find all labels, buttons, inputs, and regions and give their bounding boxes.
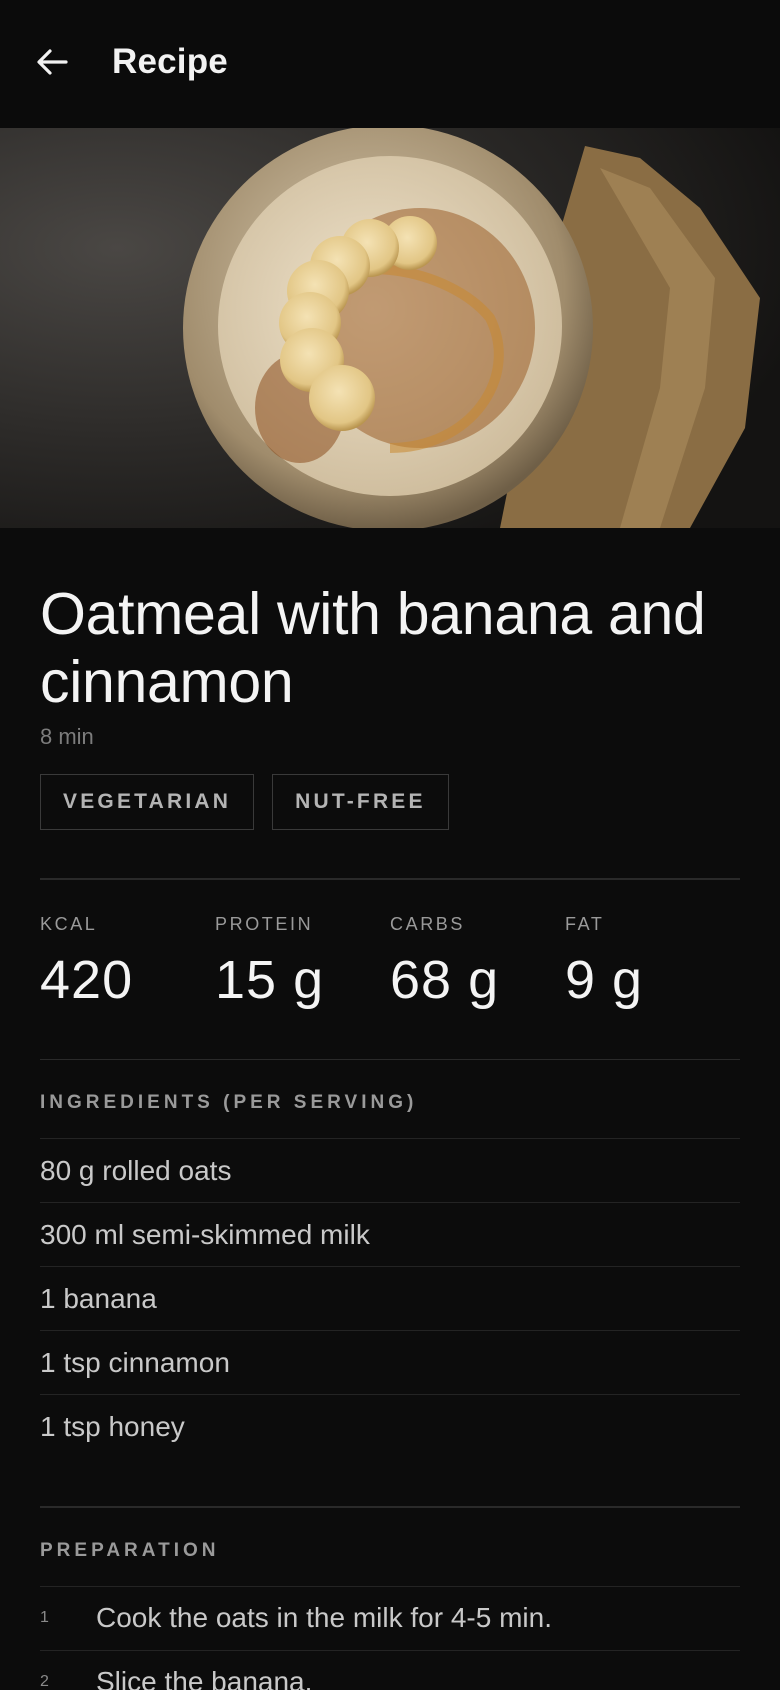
nutrition-label: PROTEIN <box>215 913 314 934</box>
tag-list: VEGETARIAN NUT-FREE <box>40 774 740 830</box>
step-text: Cook the oats in the milk for 4-5 min. <box>96 1602 552 1633</box>
recipe-title: Oatmeal with banana and cinnamon <box>40 581 706 715</box>
step-text: Slice the banana. <box>96 1666 313 1690</box>
tag-vegetarian: VEGETARIAN <box>40 774 255 830</box>
preparation-heading: PREPARATION <box>40 1539 220 1561</box>
nutrition-kcal: KCAL 420 <box>40 914 215 1011</box>
nutrition-carbs: CARBS 68 g <box>390 914 565 1011</box>
nutrition-value: 15 g <box>215 949 325 1010</box>
recipe-content: Oatmeal with banana and cinnamon 8 min V… <box>40 528 740 1690</box>
divider <box>40 878 740 880</box>
nutrition-value: 68 g <box>390 949 500 1010</box>
recipe-hero-image <box>0 128 780 528</box>
nutrition-fat: FAT 9 g <box>565 914 740 1011</box>
page-title: Recipe <box>112 42 228 81</box>
ingredients-list: 80 g rolled oats 300 ml semi-skimmed mil… <box>40 1138 740 1458</box>
nutrition-label: FAT <box>565 913 605 934</box>
nutrition-label: CARBS <box>390 913 466 934</box>
nutrition-protein: PROTEIN 15 g <box>215 914 390 1011</box>
arrow-left-icon <box>37 49 68 75</box>
preparation-step: 1 Cook the oats in the milk for 4-5 min. <box>40 1585 740 1650</box>
step-number: 1 <box>40 1609 49 1626</box>
preparation-step: 2 Slice the banana. <box>40 1649 740 1690</box>
back-button[interactable] <box>28 38 76 86</box>
list-item: 1 banana <box>40 1266 740 1330</box>
divider <box>40 1506 740 1508</box>
divider <box>40 1058 740 1060</box>
list-item: 300 ml semi-skimmed milk <box>40 1202 740 1266</box>
list-item: 1 tsp cinnamon <box>40 1330 740 1394</box>
list-item: 80 g rolled oats <box>40 1138 740 1202</box>
app-bar: Recipe <box>0 0 780 128</box>
nutrition-value: 420 <box>40 949 134 1010</box>
preparation-list: 1 Cook the oats in the milk for 4-5 min.… <box>40 1585 740 1690</box>
ingredients-heading: INGREDIENTS (PER SERVING) <box>40 1092 418 1113</box>
recipe-duration: 8 min <box>40 724 94 749</box>
nutrition-value: 9 g <box>565 949 644 1010</box>
step-number: 2 <box>40 1673 49 1690</box>
tag-nut-free: NUT-FREE <box>272 774 449 830</box>
nutrition-label: KCAL <box>40 913 98 934</box>
list-item: 1 tsp honey <box>40 1394 740 1458</box>
nutrition-summary: KCAL 420 PROTEIN 15 g CARBS 68 g FAT 9 g <box>40 914 740 1011</box>
